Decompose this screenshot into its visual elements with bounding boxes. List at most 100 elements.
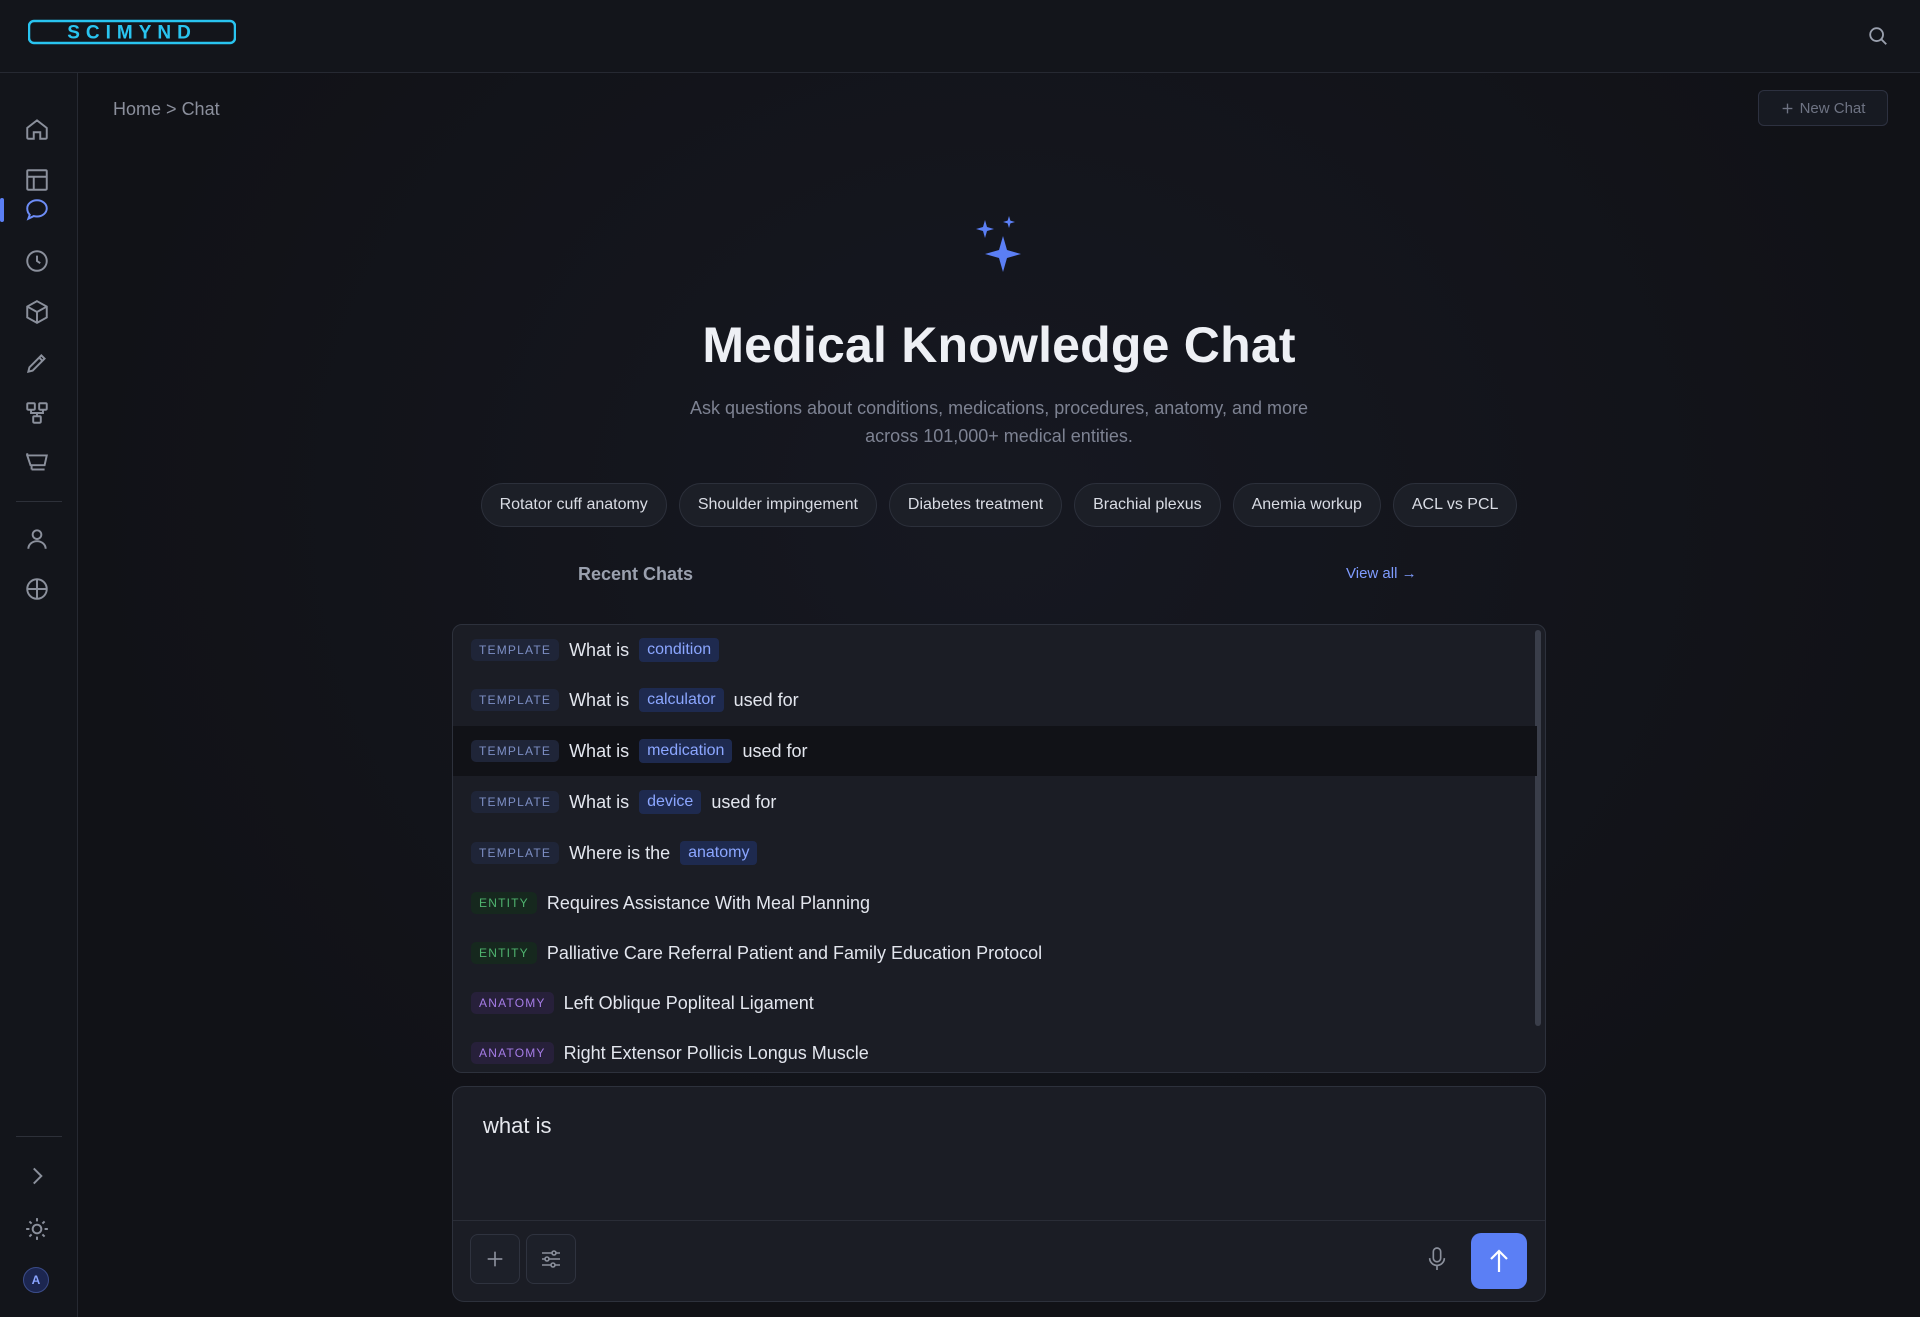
suggestion-item-highlighted[interactable]: TEMPLATE What is medication used for bbox=[453, 726, 1537, 776]
plus-icon bbox=[487, 1251, 503, 1267]
chat-input[interactable]: what is bbox=[483, 1113, 551, 1139]
sidebar-divider bbox=[16, 501, 62, 502]
sidebar-item-history[interactable] bbox=[14, 241, 60, 281]
sparkle-icon bbox=[976, 216, 1021, 272]
main-content: Home > Chat New Chat Medical Knowledge C… bbox=[78, 73, 1920, 1317]
sidebar-divider-bottom bbox=[16, 1136, 62, 1137]
autocomplete-dropdown: TEMPLATE What is condition TEMPLATE What… bbox=[452, 624, 1546, 1073]
subtitle-line-2: across 101,000+ medical entities. bbox=[865, 426, 1133, 446]
avatar[interactable]: A bbox=[23, 1267, 49, 1293]
svg-text:SCIMYND: SCIMYND bbox=[67, 23, 197, 44]
type-badge: TEMPLATE bbox=[471, 689, 560, 711]
sidebar-item-chat[interactable] bbox=[14, 190, 60, 230]
suggestion-text-after: used for bbox=[711, 791, 777, 812]
suggestion-text: Requires Assistance With Meal Planning bbox=[546, 892, 871, 913]
suggestion-item[interactable]: ANATOMY Left Oblique Popliteal Ligament bbox=[453, 978, 1537, 1028]
cube-icon bbox=[26, 300, 48, 324]
chip-rotator-cuff[interactable]: Rotator cuff anatomy bbox=[480, 483, 667, 527]
subtitle-line-1: Ask questions about conditions, medicati… bbox=[689, 398, 1308, 418]
scimynd-logo[interactable]: SCIMYND bbox=[28, 19, 236, 45]
sidebar-item-home[interactable] bbox=[14, 109, 60, 149]
active-indicator bbox=[0, 198, 4, 222]
sliders-icon bbox=[542, 1250, 560, 1268]
logo-graphic: SCIMYND bbox=[28, 19, 236, 45]
recent-chats-title: Recent Chats bbox=[578, 564, 694, 584]
sidebar-item-network[interactable] bbox=[14, 569, 60, 609]
sidebar-item-edit[interactable] bbox=[14, 343, 60, 383]
chip-brachial-plexus[interactable]: Brachial plexus bbox=[1074, 483, 1221, 527]
suggestion-text: What is bbox=[569, 740, 630, 761]
chat-composer[interactable]: what is bbox=[452, 1086, 1546, 1302]
breadcrumb: Home > Chat bbox=[113, 99, 220, 120]
type-badge: TEMPLATE bbox=[471, 740, 560, 762]
chat-icon bbox=[26, 199, 48, 221]
suggestion-item[interactable]: ENTITY Requires Assistance With Meal Pla… bbox=[453, 878, 1537, 928]
arrow-up-icon bbox=[1490, 1249, 1508, 1272]
suggestion-item[interactable]: TEMPLATE What is device used for bbox=[453, 777, 1537, 827]
attach-button[interactable] bbox=[470, 1234, 520, 1284]
page-title: Medical Knowledge Chat bbox=[702, 317, 1296, 373]
chip-diabetes-treatment[interactable]: Diabetes treatment bbox=[888, 483, 1063, 527]
type-badge: ANATOMY bbox=[471, 992, 554, 1014]
composer-divider bbox=[453, 1220, 1545, 1221]
search-button[interactable] bbox=[1864, 22, 1892, 50]
clock-icon bbox=[26, 250, 48, 272]
chip-acl-vs-pcl[interactable]: ACL vs PCL bbox=[1392, 483, 1518, 527]
sidebar-item-workflow[interactable] bbox=[14, 393, 60, 433]
suggestion-item[interactable]: ENTITY Palliative Care Referral Patient … bbox=[453, 928, 1537, 978]
type-badge: ANATOMY bbox=[471, 1042, 554, 1064]
sidebar-item-store[interactable] bbox=[14, 443, 60, 483]
plus-icon bbox=[1782, 103, 1792, 113]
user-icon bbox=[27, 529, 47, 549]
type-badge: ENTITY bbox=[471, 892, 537, 914]
template-slot: medication bbox=[639, 739, 733, 763]
suggestion-text-after: used for bbox=[742, 740, 808, 761]
suggestion-chips: Rotator cuff anatomy Shoulder impingemen… bbox=[78, 483, 1920, 527]
breadcrumb-separator: > bbox=[166, 99, 177, 119]
type-badge: TEMPLATE bbox=[471, 842, 560, 864]
view-all-link[interactable]: View all → bbox=[1346, 565, 1417, 582]
suggestion-text: Where is the bbox=[569, 842, 671, 863]
sidebar-item-models[interactable] bbox=[14, 292, 60, 332]
sidebar-item-profile[interactable] bbox=[14, 519, 60, 559]
theme-toggle-button[interactable] bbox=[14, 1209, 60, 1249]
sun-icon bbox=[26, 1218, 48, 1240]
workflow-icon bbox=[26, 402, 48, 424]
new-chat-label: New Chat bbox=[1799, 99, 1866, 117]
page-subtitle: Ask questions about conditions, medicati… bbox=[649, 394, 1349, 450]
template-slot: calculator bbox=[639, 688, 724, 712]
microphone-button[interactable] bbox=[1415, 1237, 1459, 1281]
send-button[interactable] bbox=[1471, 1233, 1527, 1289]
sidebar-expand-button[interactable] bbox=[14, 1156, 60, 1196]
globe-icon bbox=[26, 578, 48, 600]
type-badge: TEMPLATE bbox=[471, 791, 560, 813]
breadcrumb-home[interactable]: Home bbox=[113, 99, 161, 119]
type-badge: TEMPLATE bbox=[471, 639, 560, 661]
new-chat-button[interactable]: New Chat bbox=[1758, 90, 1888, 126]
home-icon bbox=[26, 119, 48, 140]
sidebar: A bbox=[0, 73, 78, 1317]
template-slot: condition bbox=[639, 638, 720, 662]
suggestion-text: Right Extensor Pollicis Longus Muscle bbox=[563, 1042, 869, 1063]
suggestion-item[interactable]: TEMPLATE What is condition bbox=[453, 625, 1537, 675]
settings-button[interactable] bbox=[526, 1234, 576, 1284]
chip-anemia-workup[interactable]: Anemia workup bbox=[1232, 483, 1381, 527]
microphone-icon bbox=[1428, 1247, 1446, 1270]
chevron-right-icon bbox=[33, 1167, 43, 1185]
template-slot: device bbox=[639, 790, 702, 814]
chip-shoulder-impingement[interactable]: Shoulder impingement bbox=[678, 483, 877, 527]
search-icon bbox=[1869, 27, 1887, 45]
suggestion-item[interactable]: ANATOMY Right Extensor Pollicis Longus M… bbox=[453, 1028, 1537, 1072]
breadcrumb-current: Chat bbox=[181, 99, 220, 119]
suggestion-item[interactable]: TEMPLATE Where is the anatomy bbox=[453, 828, 1537, 878]
suggestion-item[interactable]: TEMPLATE What is calculator used for bbox=[453, 675, 1537, 725]
suggestion-text: Palliative Care Referral Patient and Fam… bbox=[546, 942, 1043, 963]
suggestion-text: Left Oblique Popliteal Ligament bbox=[563, 992, 814, 1013]
suggestion-text: What is bbox=[569, 689, 630, 710]
type-badge: ENTITY bbox=[471, 942, 537, 964]
template-slot: anatomy bbox=[680, 841, 758, 865]
suggestion-text: What is bbox=[569, 639, 630, 660]
suggestion-text: What is bbox=[569, 791, 630, 812]
cart-icon bbox=[25, 453, 48, 471]
pencil-icon bbox=[26, 354, 46, 374]
